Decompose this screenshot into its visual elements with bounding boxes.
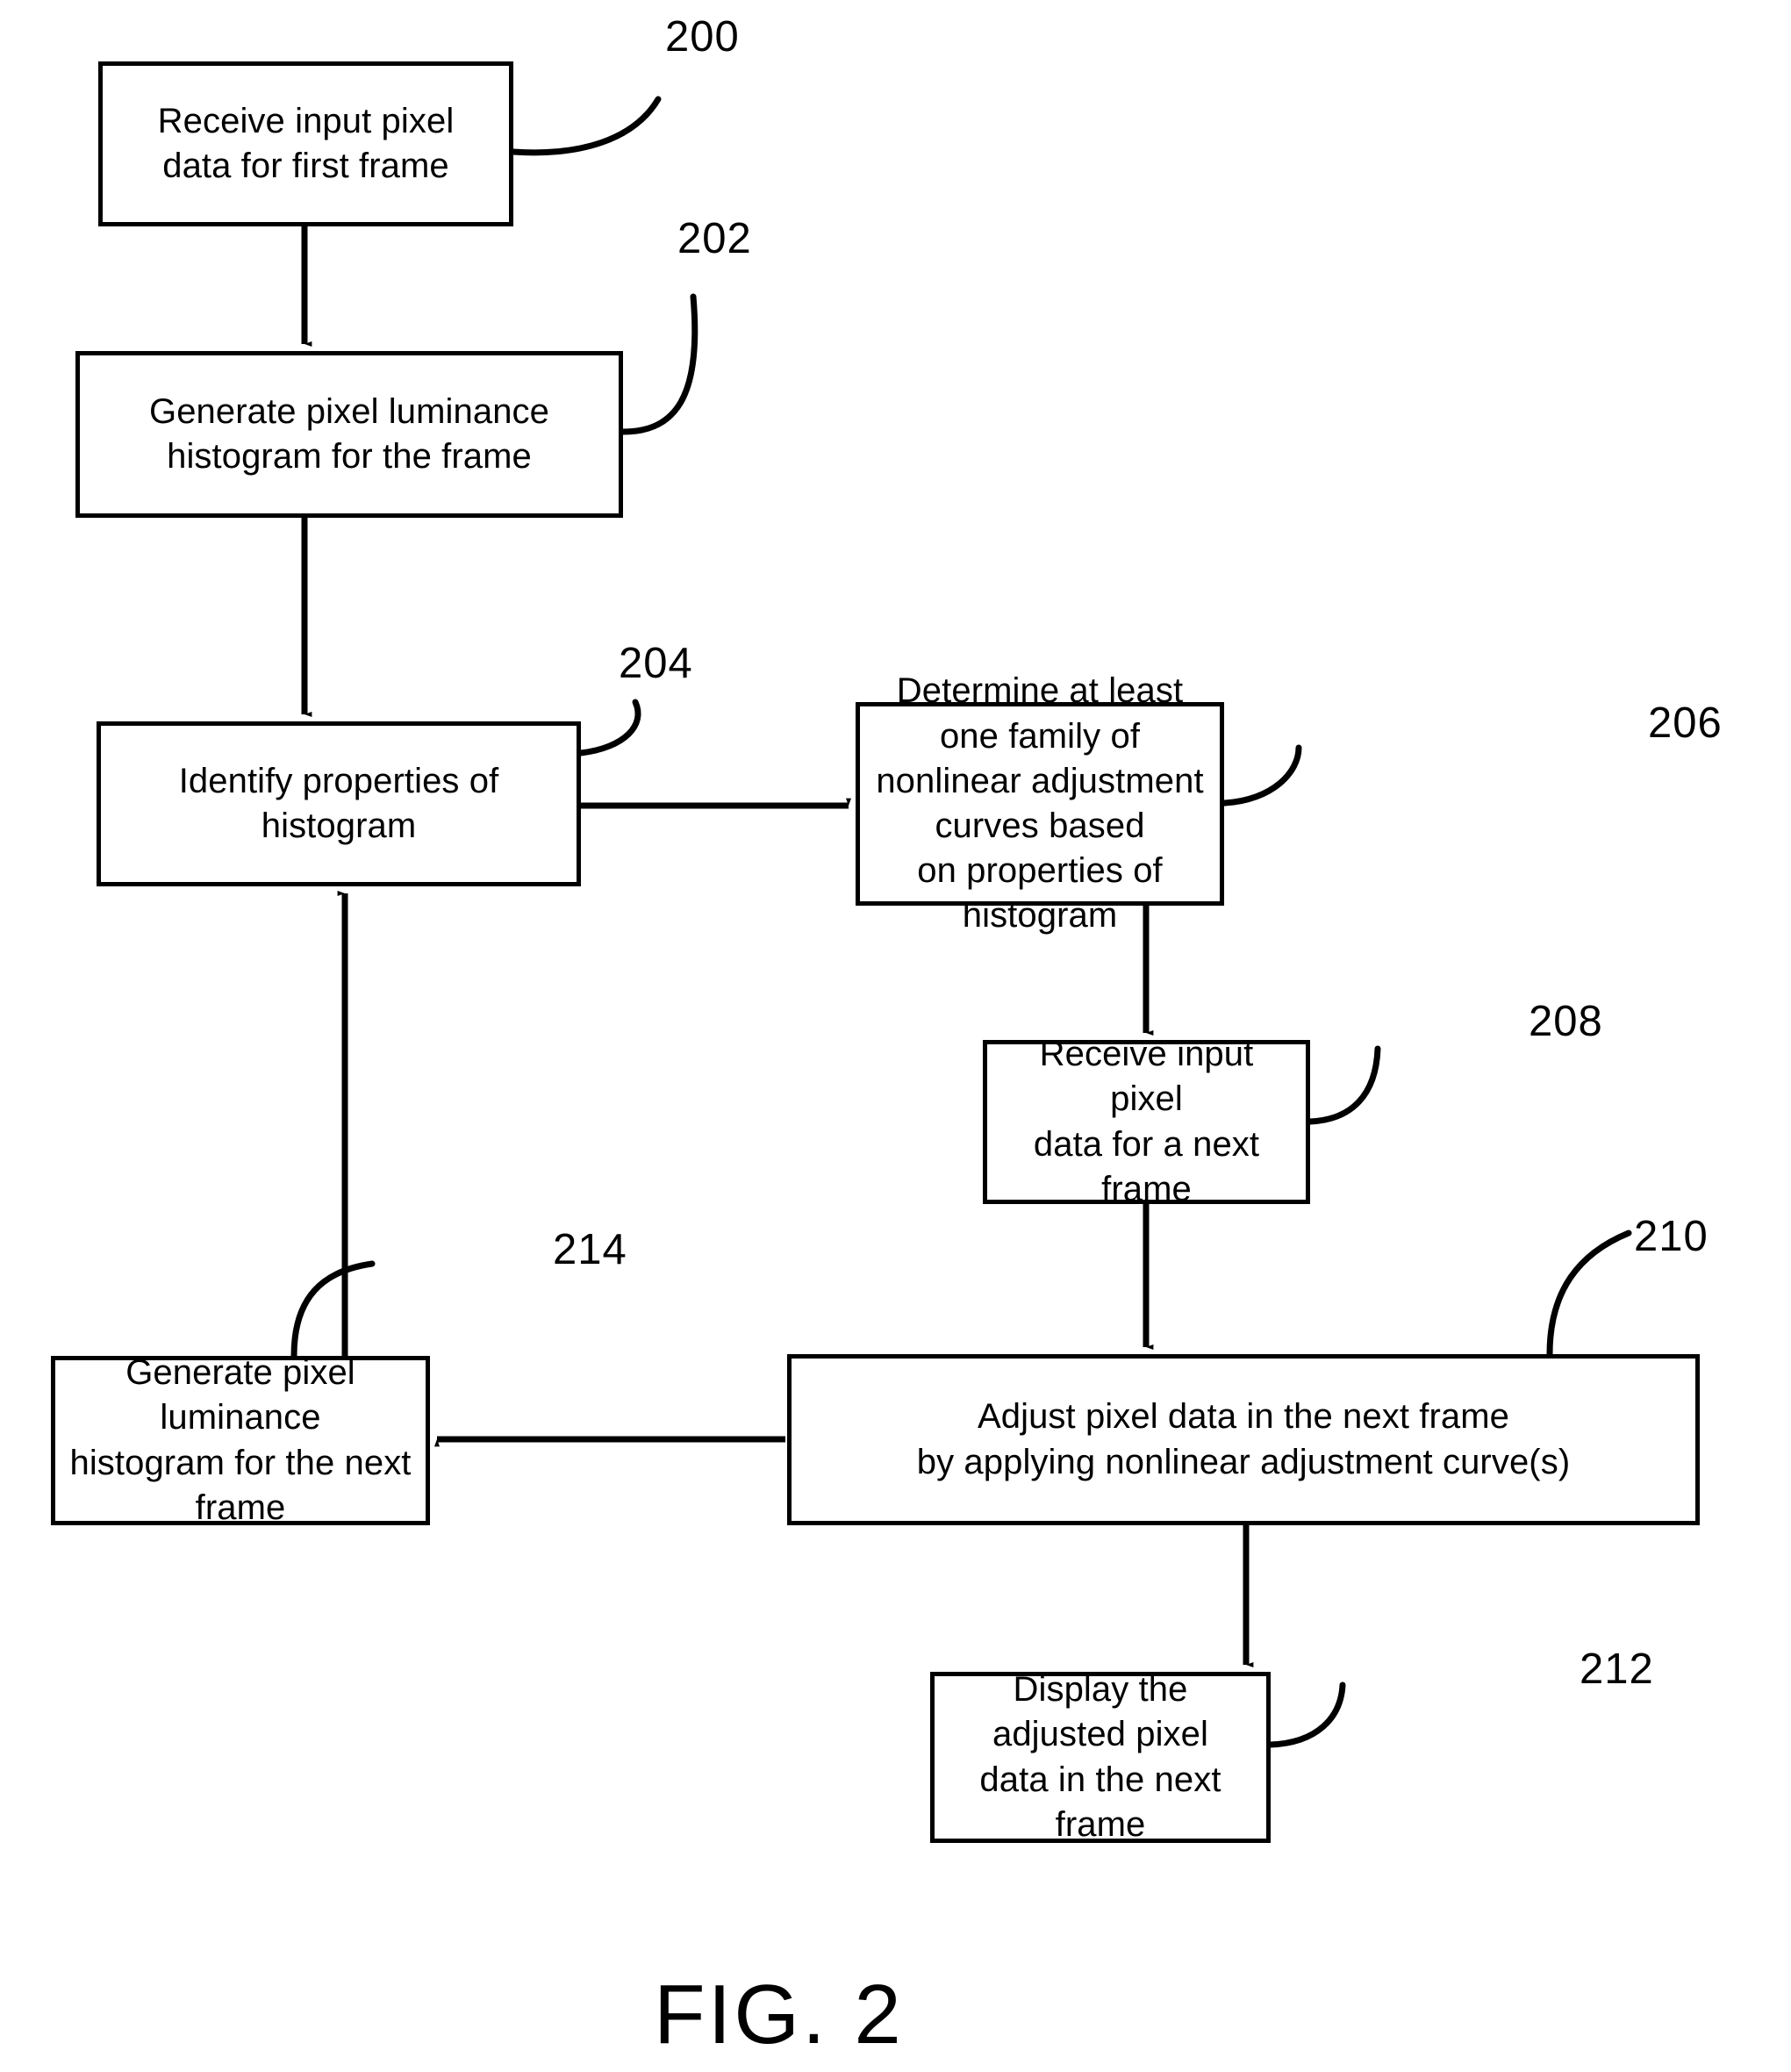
leader-line-212	[1267, 1681, 1346, 1748]
process-box-206[interactable]: Determine at least one family of nonline…	[856, 671, 1224, 935]
figure-caption: FIG. 2	[654, 1968, 904, 2061]
reference-numeral-210: 210	[1634, 1213, 1709, 1260]
reference-numeral-212: 212	[1580, 1645, 1654, 1693]
patent-figure: Receive input pixel data for first frame…	[0, 0, 1791, 2072]
reference-numeral-202: 202	[677, 215, 752, 262]
process-box-214-label: Generate pixel luminance histogram for t…	[69, 1353, 412, 1527]
process-box-206-label: Determine at least one family of nonline…	[876, 671, 1204, 936]
leader-line-210	[1546, 1230, 1632, 1358]
process-box-202-label: Generate pixel luminance histogram for t…	[149, 391, 549, 476]
process-box-210-label: Adjust pixel data in the next frame by a…	[916, 1397, 1571, 1481]
leader-line-208	[1307, 1045, 1381, 1125]
process-box-200[interactable]: Receive input pixel data for first frame	[98, 61, 513, 226]
leader-line-206	[1221, 744, 1302, 807]
leader-line-214	[290, 1260, 376, 1359]
process-box-212[interactable]: Display the adjusted pixel data in the n…	[930, 1670, 1271, 1844]
process-box-202[interactable]: Generate pixel luminance histogram for t…	[75, 351, 623, 518]
connector-layer	[290, 96, 1632, 1748]
process-box-208[interactable]: Receive input pixel data for a next fram…	[983, 1035, 1310, 1208]
process-box-204-label: Identify properties of histogram	[178, 761, 499, 845]
process-box-208-label: Receive input pixel data for a next fram…	[1033, 1035, 1260, 1208]
process-box-204[interactable]: Identify properties of histogram	[97, 721, 581, 886]
reference-numeral-200: 200	[665, 13, 740, 61]
reference-numeral-208: 208	[1529, 998, 1603, 1045]
process-box-214[interactable]: Generate pixel luminance histogram for t…	[51, 1353, 430, 1527]
leader-line-204	[577, 699, 641, 756]
leader-line-200	[510, 96, 662, 156]
leader-line-202	[620, 293, 698, 435]
process-box-200-label: Receive input pixel data for first frame	[157, 101, 455, 185]
process-box-212-label: Display the adjusted pixel data in the n…	[979, 1670, 1221, 1844]
process-box-210[interactable]: Adjust pixel data in the next frame by a…	[787, 1354, 1700, 1525]
reference-numeral-204: 204	[619, 640, 693, 687]
reference-numeral-206: 206	[1648, 699, 1723, 747]
reference-numeral-214: 214	[553, 1226, 627, 1273]
